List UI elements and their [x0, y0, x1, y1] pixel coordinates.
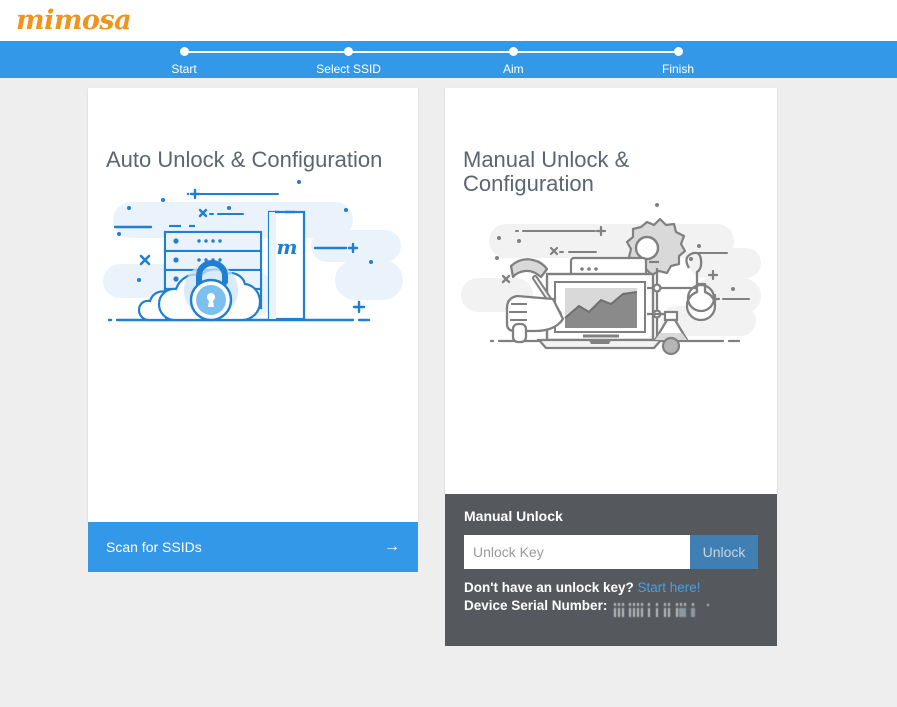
unlock-key-help-text: Don't have an unlock key? Start here!	[464, 580, 758, 595]
svg-text:m: m	[276, 235, 297, 259]
device-serial-number-row: Device Serial Number:	[464, 598, 758, 624]
progress-steps-bar: Start Select SSID Aim Finish	[0, 41, 897, 78]
step-select-ssid[interactable]: Select SSID	[289, 41, 409, 76]
step-aim[interactable]: Aim	[453, 41, 573, 76]
device-serial-number-label: Device Serial Number:	[464, 598, 608, 613]
scan-button-label: Scan for SSIDs	[106, 539, 202, 555]
manual-card-title: Manual Unlock & Configuration	[463, 147, 630, 197]
steps-connector-line	[184, 51, 678, 53]
step-label: Aim	[502, 62, 524, 76]
step-finish[interactable]: Finish	[618, 41, 738, 76]
help-text-label: Don't have an unlock key?	[464, 580, 634, 595]
auto-card-title: Auto Unlock & Configuration	[106, 147, 383, 172]
arrow-right-icon: →	[384, 538, 400, 555]
cards-container: Auto Unlock & Configuration m Scan for S…	[0, 78, 897, 707]
manual-unlock-panel: Manual Unlock Unlock Don't have an unloc…	[445, 494, 777, 646]
step-start[interactable]: Start	[124, 41, 244, 76]
step-dot-icon	[179, 47, 189, 56]
unlock-key-input[interactable]	[464, 535, 690, 569]
step-dot-icon	[508, 47, 518, 56]
auto-unlock-card: Auto Unlock & Configuration m	[88, 88, 418, 522]
step-dot-icon	[344, 47, 354, 56]
device-serial-number-value-redacted	[613, 599, 713, 624]
server-cloud-padlock-illustration: m	[103, 180, 403, 322]
step-dot-icon	[673, 47, 683, 56]
step-label: Finish	[661, 62, 694, 76]
manual-unlock-panel-title: Manual Unlock	[464, 508, 563, 524]
steps-track: Start Select SSID Aim Finish	[171, 41, 694, 78]
hammer-laptop-gear-flask-illustration	[461, 203, 761, 356]
unlock-form-row: Unlock	[464, 535, 758, 569]
top-logo-bar: mimosa	[0, 0, 897, 41]
scan-for-ssids-button[interactable]: Scan for SSIDs →	[88, 522, 418, 572]
manual-unlock-card: Manual Unlock & Configuration	[445, 88, 777, 494]
step-label: Select SSID	[316, 62, 381, 76]
mimosa-logo: mimosa	[16, 5, 132, 36]
step-label: Start	[171, 62, 197, 76]
start-here-link[interactable]: Start here!	[638, 580, 701, 595]
unlock-button[interactable]: Unlock	[690, 535, 758, 569]
